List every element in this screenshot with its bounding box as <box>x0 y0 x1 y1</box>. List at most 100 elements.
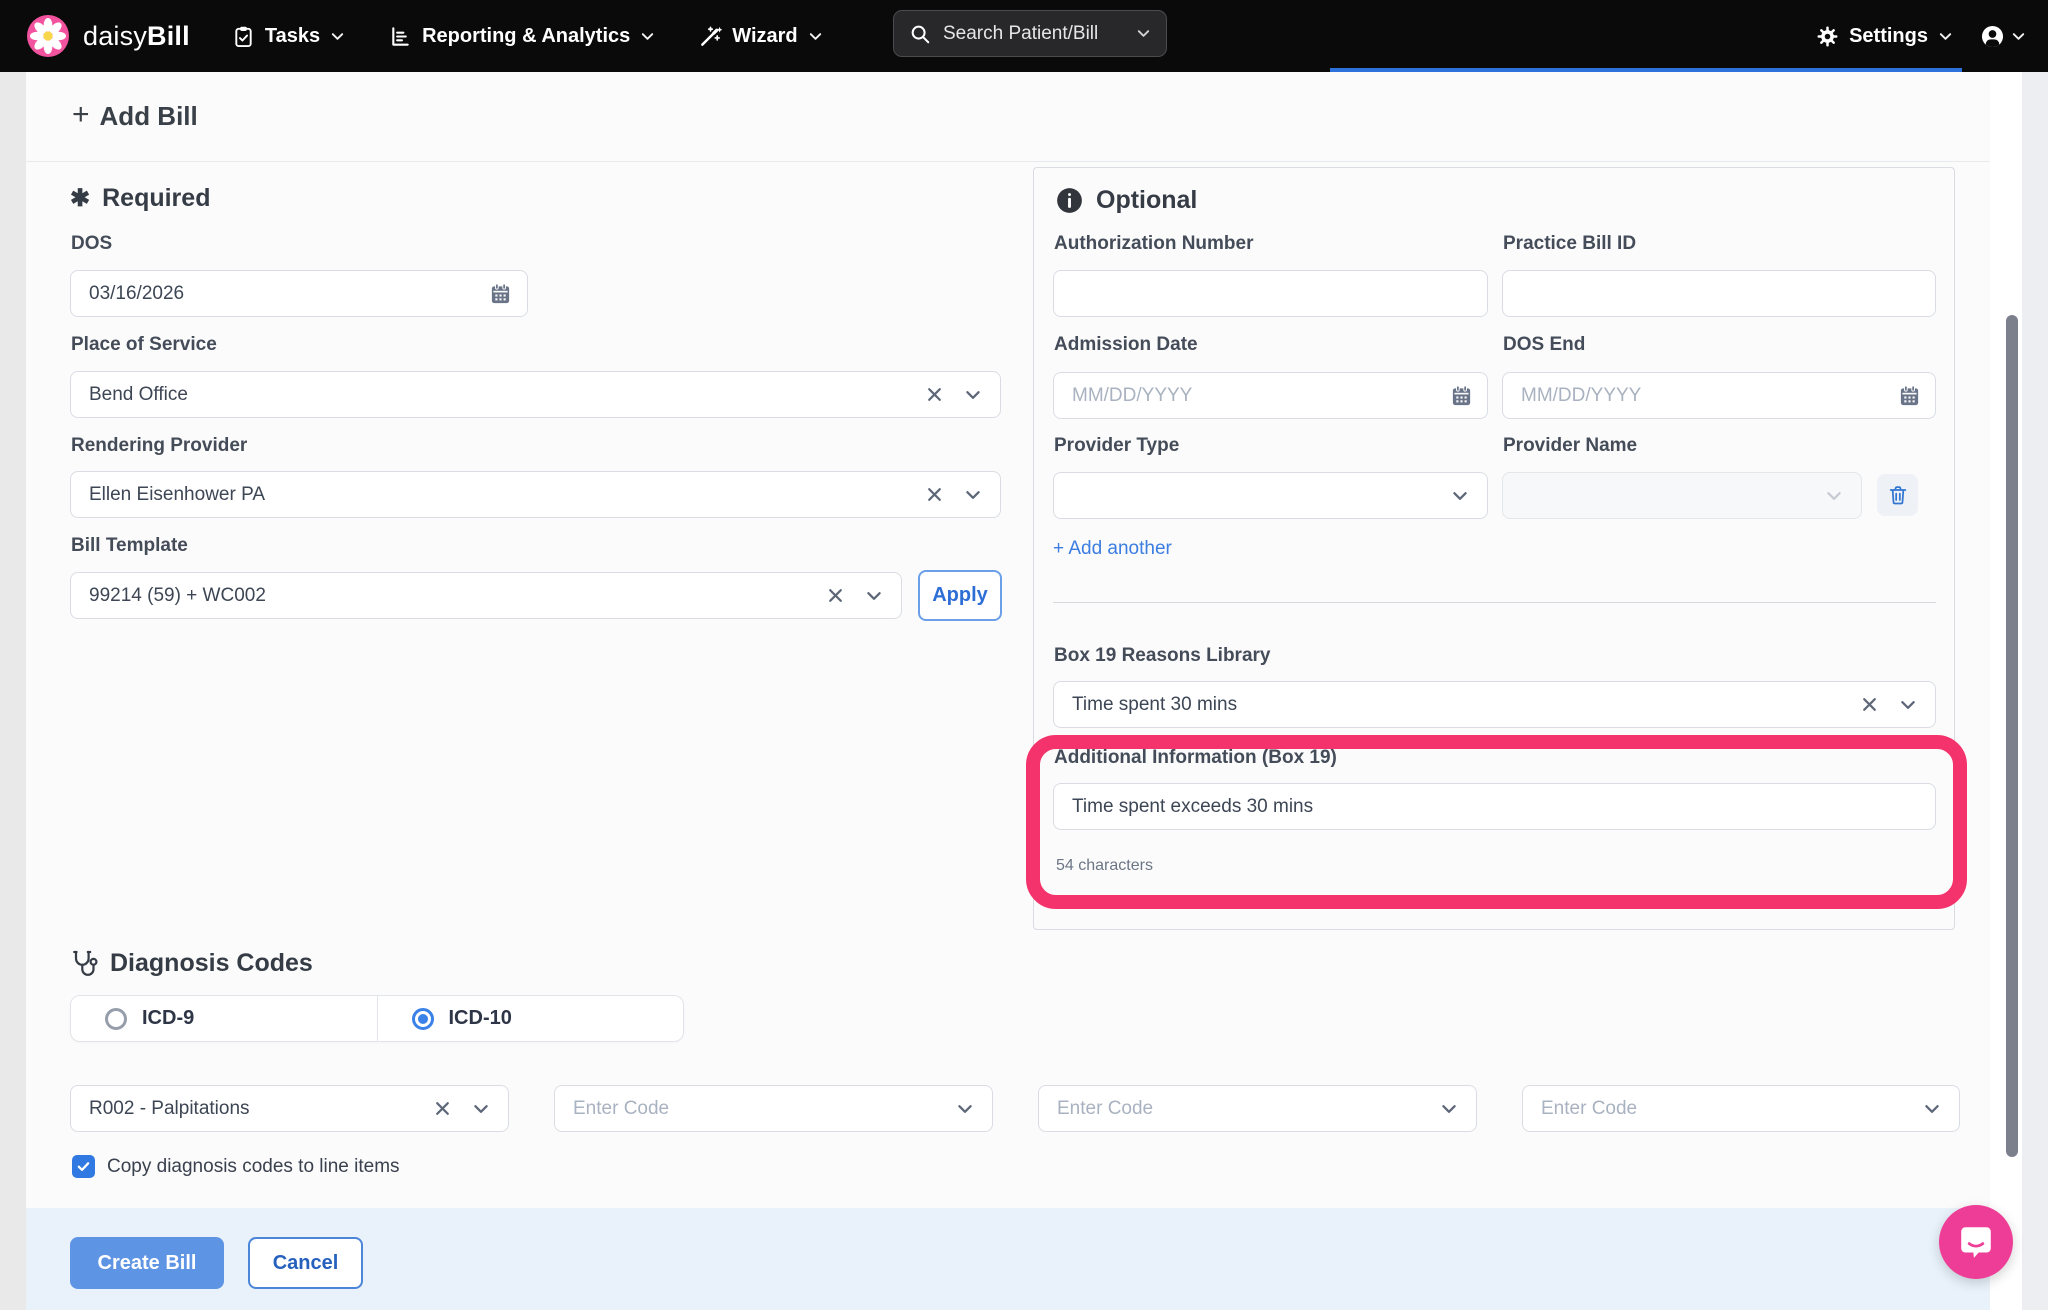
daisy-logo-icon <box>26 14 70 58</box>
chevron-down-icon <box>1825 487 1843 505</box>
check-icon <box>76 1159 91 1174</box>
select-value: Ellen Eisenhower PA <box>89 484 926 506</box>
rendering-provider-label: Rendering Provider <box>71 435 247 457</box>
nav-item-reporting[interactable]: Reporting & Analytics <box>389 25 655 48</box>
clipboard-icon <box>232 25 255 48</box>
char-count: 54 characters <box>1056 857 1153 875</box>
select-placeholder: Enter Code <box>573 1098 956 1120</box>
screen: daisyBill Tasks Reporting & Analytics <box>0 0 2048 1310</box>
settings-label: Settings <box>1849 25 1928 48</box>
wand-icon <box>699 25 722 48</box>
add-another-link[interactable]: + Add another <box>1053 538 1172 560</box>
chevron-down-icon <box>1451 487 1469 505</box>
clear-icon[interactable] <box>1861 696 1878 713</box>
diagnosis-code-select-1[interactable]: R002 - Palpitations <box>70 1085 509 1132</box>
select-value: 99214 (59) + WC002 <box>89 585 827 607</box>
nav-item-tasks[interactable]: Tasks <box>232 25 345 48</box>
brand[interactable]: daisyBill <box>26 14 190 58</box>
page-title-text: Add Bill <box>100 101 198 132</box>
copy-diagnosis-checkbox[interactable] <box>72 1155 95 1178</box>
chevron-down-icon <box>1440 1100 1458 1118</box>
plus-icon: + <box>72 100 90 130</box>
page-title: + Add Bill <box>72 101 198 132</box>
bill-template-select[interactable]: 99214 (59) + WC002 <box>70 572 902 619</box>
account-menu[interactable] <box>1981 25 2026 48</box>
chevron-down-icon <box>808 29 823 44</box>
diagnosis-title-text: Diagnosis Codes <box>110 949 313 978</box>
dos-input[interactable] <box>70 270 528 317</box>
icd10-label: ICD-10 <box>449 1007 512 1030</box>
chevron-down-icon <box>330 29 345 44</box>
additional-info-input[interactable] <box>1053 783 1936 830</box>
chevron-down-icon <box>1923 1100 1941 1118</box>
bill-template-label: Bill Template <box>71 535 188 557</box>
scrollbar-thumb[interactable] <box>2006 315 2018 1157</box>
admission-date-field <box>1053 372 1488 419</box>
diagnosis-code-select-3[interactable]: Enter Code <box>1038 1085 1477 1132</box>
chevron-down-icon <box>1136 26 1151 41</box>
place-of-service-select[interactable]: Bend Office <box>70 371 1001 418</box>
clear-icon[interactable] <box>434 1100 451 1117</box>
nav-item-wizard[interactable]: Wizard <box>699 25 822 48</box>
clear-icon[interactable] <box>926 486 943 503</box>
chevron-down-icon <box>1938 29 1953 44</box>
icd-toggle: ICD-9 ICD-10 <box>70 995 684 1042</box>
radio-icon <box>105 1008 127 1030</box>
cancel-button[interactable]: Cancel <box>248 1237 363 1289</box>
search-label: Search Patient/Bill <box>943 23 1098 45</box>
chevron-down-icon <box>964 386 982 404</box>
chat-launcher-button[interactable] <box>1939 1205 2013 1279</box>
practice-bill-id-label: Practice Bill ID <box>1503 233 1636 255</box>
brand-text: daisyBill <box>83 21 190 52</box>
nav-item-label: Tasks <box>265 25 320 48</box>
additional-info-label: Additional Information (Box 19) <box>1054 747 1337 769</box>
clear-icon[interactable] <box>926 386 943 403</box>
search-button[interactable]: Search Patient/Bill <box>893 10 1167 57</box>
user-avatar-icon <box>1981 25 2004 48</box>
gear-icon <box>1816 25 1839 48</box>
diagnosis-code-select-4[interactable]: Enter Code <box>1522 1085 1960 1132</box>
icd10-option[interactable]: ICD-10 <box>377 996 684 1041</box>
chevron-down-icon <box>865 587 883 605</box>
navbar: daisyBill Tasks Reporting & Analytics <box>0 0 2048 72</box>
provider-name-label: Provider Name <box>1503 435 1637 457</box>
page-header: + Add Bill <box>26 72 1990 162</box>
diagnosis-code-select-2[interactable]: Enter Code <box>554 1085 993 1132</box>
asterisk-icon: ✱ <box>70 184 90 213</box>
box19-library-select[interactable]: Time spent 30 mins <box>1053 681 1936 728</box>
required-section-title: ✱ Required <box>70 184 210 213</box>
select-placeholder: Enter Code <box>1057 1098 1440 1120</box>
create-bill-button[interactable]: Create Bill <box>70 1237 224 1289</box>
dos-field <box>70 270 528 317</box>
delete-provider-button[interactable] <box>1877 474 1918 516</box>
chevron-down-icon <box>1899 696 1917 714</box>
dos-end-input[interactable] <box>1502 372 1936 419</box>
practice-bill-id-input[interactable] <box>1502 270 1936 317</box>
apply-button[interactable]: Apply <box>918 570 1002 621</box>
settings-menu[interactable]: Settings <box>1816 25 1953 48</box>
copy-diagnosis-label: Copy diagnosis codes to line items <box>107 1156 400 1178</box>
stethoscope-icon <box>70 948 98 978</box>
provider-type-select[interactable] <box>1053 472 1488 519</box>
admission-date-input[interactable] <box>1053 372 1488 419</box>
right-gutter <box>2022 72 2048 1310</box>
nav-item-label: Wizard <box>732 25 797 48</box>
icd9-option[interactable]: ICD-9 <box>71 996 377 1041</box>
authorization-number-label: Authorization Number <box>1054 233 1254 255</box>
rendering-provider-select[interactable]: Ellen Eisenhower PA <box>70 471 1001 518</box>
box19-library-label: Box 19 Reasons Library <box>1054 645 1270 667</box>
chevron-down-icon <box>956 1100 974 1118</box>
authorization-number-input[interactable] <box>1053 270 1488 317</box>
required-title-text: Required <box>102 184 210 213</box>
admission-date-label: Admission Date <box>1054 334 1198 356</box>
select-placeholder: Enter Code <box>1541 1098 1923 1120</box>
nav-right: Settings <box>1816 0 2026 72</box>
optional-section-title: Optional <box>1056 186 1197 215</box>
chevron-down-icon <box>640 29 655 44</box>
nav-item-label: Reporting & Analytics <box>422 25 630 48</box>
dos-label: DOS <box>71 233 112 255</box>
clear-icon[interactable] <box>827 587 844 604</box>
info-icon <box>1056 187 1083 214</box>
icd9-label: ICD-9 <box>142 1007 194 1030</box>
select-value: R002 - Palpitations <box>89 1098 434 1120</box>
